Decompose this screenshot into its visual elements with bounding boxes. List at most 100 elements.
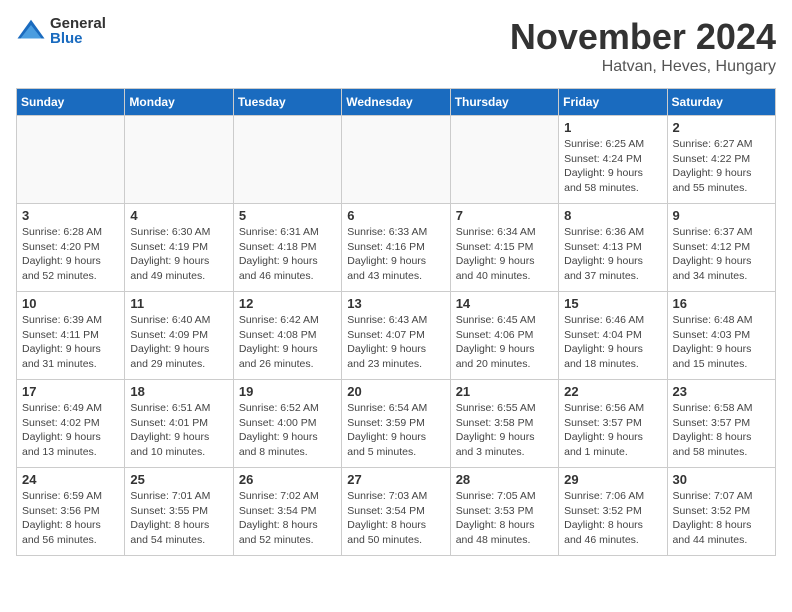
- day-info: Sunrise: 6:34 AM Sunset: 4:15 PM Dayligh…: [456, 225, 553, 284]
- day-info: Sunrise: 6:58 AM Sunset: 3:57 PM Dayligh…: [673, 401, 770, 460]
- calendar-header-row: SundayMondayTuesdayWednesdayThursdayFrid…: [17, 89, 776, 116]
- calendar-cell: 4 Sunrise: 6:30 AM Sunset: 4:19 PM Daylig…: [125, 204, 233, 292]
- calendar-cell: 7 Sunrise: 6:34 AM Sunset: 4:15 PM Daylig…: [450, 204, 558, 292]
- day-number: 24: [22, 472, 119, 487]
- day-header-saturday: Saturday: [667, 89, 775, 116]
- day-info: Sunrise: 6:25 AM Sunset: 4:24 PM Dayligh…: [564, 137, 661, 196]
- day-number: 30: [673, 472, 770, 487]
- calendar-cell: 13 Sunrise: 6:43 AM Sunset: 4:07 PM Dayli…: [342, 292, 450, 380]
- calendar-cell: 21Sunrise: 6:55 AM Sunset: 3:58 PM Dayli…: [450, 380, 558, 468]
- day-header-wednesday: Wednesday: [342, 89, 450, 116]
- calendar-cell: 18 Sunrise: 6:51 AM Sunset: 4:01 PM Dayli…: [125, 380, 233, 468]
- day-info: Sunrise: 7:07 AM Sunset: 3:52 PM Dayligh…: [673, 489, 770, 548]
- day-number: 29: [564, 472, 661, 487]
- calendar-cell: 25Sunrise: 7:01 AM Sunset: 3:55 PM Dayli…: [125, 468, 233, 556]
- calendar-cell: 22Sunrise: 6:56 AM Sunset: 3:57 PM Dayli…: [559, 380, 667, 468]
- logo-general: General: [50, 16, 106, 31]
- day-header-sunday: Sunday: [17, 89, 125, 116]
- day-info: Sunrise: 6:37 AM Sunset: 4:12 PM Dayligh…: [673, 225, 770, 284]
- day-number: 28: [456, 472, 553, 487]
- day-info: Sunrise: 6:48 AM Sunset: 4:03 PM Dayligh…: [673, 313, 770, 372]
- day-info: Sunrise: 6:30 AM Sunset: 4:19 PM Dayligh…: [130, 225, 227, 284]
- calendar-cell: [342, 116, 450, 204]
- day-number: 17: [22, 384, 119, 399]
- day-number: 26: [239, 472, 336, 487]
- day-info: Sunrise: 7:03 AM Sunset: 3:54 PM Dayligh…: [347, 489, 444, 548]
- day-number: 12: [239, 296, 336, 311]
- month-title: November 2024: [510, 16, 776, 58]
- day-number: 27: [347, 472, 444, 487]
- day-number: 4: [130, 208, 227, 223]
- day-header-friday: Friday: [559, 89, 667, 116]
- calendar-cell: 11 Sunrise: 6:40 AM Sunset: 4:09 PM Dayli…: [125, 292, 233, 380]
- location-title: Hatvan, Heves, Hungary: [510, 58, 776, 76]
- day-info: Sunrise: 6:40 AM Sunset: 4:09 PM Dayligh…: [130, 313, 227, 372]
- calendar-week-row: 24 Sunrise: 6:59 AM Sunset: 3:56 PM Dayli…: [17, 468, 776, 556]
- calendar-cell: 27 Sunrise: 7:03 AM Sunset: 3:54 PM Dayli…: [342, 468, 450, 556]
- calendar-week-row: 17 Sunrise: 6:49 AM Sunset: 4:02 PM Dayli…: [17, 380, 776, 468]
- day-number: 5: [239, 208, 336, 223]
- logo-blue: Blue: [50, 31, 106, 46]
- calendar-cell: 3 Sunrise: 6:28 AM Sunset: 4:20 PM Daylig…: [17, 204, 125, 292]
- day-number: 8: [564, 208, 661, 223]
- day-number: 19: [239, 384, 336, 399]
- day-number: 11: [130, 296, 227, 311]
- calendar-cell: 12 Sunrise: 6:42 AM Sunset: 4:08 PM Dayli…: [233, 292, 341, 380]
- logo-text: General Blue: [50, 16, 106, 46]
- calendar-cell: 2Sunrise: 6:27 AM Sunset: 4:22 PM Daylig…: [667, 116, 775, 204]
- day-number: 21: [456, 384, 553, 399]
- day-number: 23: [673, 384, 770, 399]
- calendar-cell: 6 Sunrise: 6:33 AM Sunset: 4:16 PM Daylig…: [342, 204, 450, 292]
- day-number: 13: [347, 296, 444, 311]
- day-info: Sunrise: 6:36 AM Sunset: 4:13 PM Dayligh…: [564, 225, 661, 284]
- day-info: Sunrise: 6:59 AM Sunset: 3:56 PM Dayligh…: [22, 489, 119, 548]
- day-number: 14: [456, 296, 553, 311]
- day-number: 18: [130, 384, 227, 399]
- day-number: 10: [22, 296, 119, 311]
- day-info: Sunrise: 6:39 AM Sunset: 4:11 PM Dayligh…: [22, 313, 119, 372]
- day-info: Sunrise: 6:33 AM Sunset: 4:16 PM Dayligh…: [347, 225, 444, 284]
- calendar-cell: 29 Sunrise: 7:06 AM Sunset: 3:52 PM Dayli…: [559, 468, 667, 556]
- day-number: 16: [673, 296, 770, 311]
- calendar-cell: 9 Sunrise: 6:37 AM Sunset: 4:12 PM Daylig…: [667, 204, 775, 292]
- calendar-cell: 8 Sunrise: 6:36 AM Sunset: 4:13 PM Daylig…: [559, 204, 667, 292]
- calendar-cell: 24 Sunrise: 6:59 AM Sunset: 3:56 PM Dayli…: [17, 468, 125, 556]
- calendar-cell: [233, 116, 341, 204]
- day-number: 25: [130, 472, 227, 487]
- day-number: 6: [347, 208, 444, 223]
- day-info: Sunrise: 6:31 AM Sunset: 4:18 PM Dayligh…: [239, 225, 336, 284]
- calendar-cell: 5 Sunrise: 6:31 AM Sunset: 4:18 PM Daylig…: [233, 204, 341, 292]
- day-info: Sunrise: 7:06 AM Sunset: 3:52 PM Dayligh…: [564, 489, 661, 548]
- calendar-cell: 10 Sunrise: 6:39 AM Sunset: 4:11 PM Dayli…: [17, 292, 125, 380]
- day-number: 7: [456, 208, 553, 223]
- day-info: Sunrise: 6:51 AM Sunset: 4:01 PM Dayligh…: [130, 401, 227, 460]
- logo: General Blue: [16, 16, 106, 46]
- calendar-cell: 17 Sunrise: 6:49 AM Sunset: 4:02 PM Dayli…: [17, 380, 125, 468]
- calendar-week-row: 1 Sunrise: 6:25 AM Sunset: 4:24 PM Daylig…: [17, 116, 776, 204]
- day-number: 9: [673, 208, 770, 223]
- calendar-cell: 1 Sunrise: 6:25 AM Sunset: 4:24 PM Daylig…: [559, 116, 667, 204]
- day-info: Sunrise: 6:27 AM Sunset: 4:22 PM Dayligh…: [673, 137, 770, 196]
- day-info: Sunrise: 6:54 AM Sunset: 3:59 PM Dayligh…: [347, 401, 444, 460]
- day-info: Sunrise: 6:42 AM Sunset: 4:08 PM Dayligh…: [239, 313, 336, 372]
- day-info: Sunrise: 6:49 AM Sunset: 4:02 PM Dayligh…: [22, 401, 119, 460]
- day-info: Sunrise: 6:28 AM Sunset: 4:20 PM Dayligh…: [22, 225, 119, 284]
- day-number: 3: [22, 208, 119, 223]
- day-info: Sunrise: 6:46 AM Sunset: 4:04 PM Dayligh…: [564, 313, 661, 372]
- calendar-cell: [450, 116, 558, 204]
- logo-icon: [16, 16, 46, 46]
- page-header: General Blue November 2024 Hatvan, Heves…: [16, 16, 776, 76]
- calendar-table: SundayMondayTuesdayWednesdayThursdayFrid…: [16, 88, 776, 556]
- calendar-cell: 14Sunrise: 6:45 AM Sunset: 4:06 PM Dayli…: [450, 292, 558, 380]
- day-info: Sunrise: 6:43 AM Sunset: 4:07 PM Dayligh…: [347, 313, 444, 372]
- title-section: November 2024 Hatvan, Heves, Hungary: [510, 16, 776, 76]
- day-number: 1: [564, 120, 661, 135]
- calendar-cell: 19Sunrise: 6:52 AM Sunset: 4:00 PM Dayli…: [233, 380, 341, 468]
- calendar-cell: 16 Sunrise: 6:48 AM Sunset: 4:03 PM Dayli…: [667, 292, 775, 380]
- day-header-tuesday: Tuesday: [233, 89, 341, 116]
- day-number: 15: [564, 296, 661, 311]
- calendar-cell: [125, 116, 233, 204]
- day-header-monday: Monday: [125, 89, 233, 116]
- day-header-thursday: Thursday: [450, 89, 558, 116]
- calendar-week-row: 10 Sunrise: 6:39 AM Sunset: 4:11 PM Dayli…: [17, 292, 776, 380]
